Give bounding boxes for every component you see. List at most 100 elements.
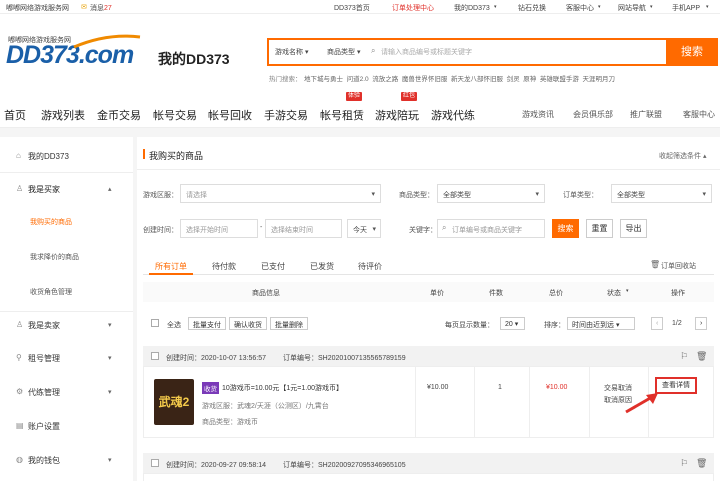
divider: [0, 311, 133, 312]
days-select[interactable]: 今天 ▾: [347, 219, 381, 238]
hot-term[interactable]: 地下城与勇士: [304, 76, 343, 83]
hot-term[interactable]: 流放之路: [372, 76, 398, 83]
nav-news[interactable]: 游戏资讯: [522, 109, 554, 120]
search-bar: 游戏名称 ▾ 商品类型 ▾ ⌕ 请输入商品编号或标题关键字 搜索: [267, 38, 718, 66]
doc-icon: ▤: [16, 421, 24, 430]
play-badge: 红包: [401, 92, 418, 101]
sidebar-item-account[interactable]: 租号管理: [28, 353, 60, 364]
bookmark-icon[interactable]: ⚐: [680, 351, 688, 362]
nav-game-list[interactable]: 游戏列表: [41, 107, 85, 123]
type-select[interactable]: 商品类型 ▾: [327, 47, 360, 57]
sidebar-item-seller[interactable]: 我是卖家: [28, 320, 60, 331]
top-link-home[interactable]: DD373首页: [334, 3, 370, 13]
order-checkbox[interactable]: [151, 459, 159, 467]
nav-gold[interactable]: 金币交易: [97, 107, 141, 123]
top-link-diamond[interactable]: 钻石兑换: [518, 3, 546, 13]
nav-home[interactable]: 首页: [4, 107, 26, 123]
chevron-down-icon: ▾: [706, 4, 709, 10]
sidebar-item-wallet[interactable]: 我的钱包: [28, 455, 60, 466]
order-header: 创建时间：2020-09-27 09:58:14 订单编号：SH20200927…: [143, 453, 714, 473]
hot-term[interactable]: 新天龙八部怀旧服: [451, 76, 503, 83]
keyword-input[interactable]: ⌕ 订单编号或商品关键字: [437, 219, 545, 238]
search-input[interactable]: 请输入商品编号或标题关键字: [381, 47, 661, 57]
goods-title[interactable]: 10游戏币=10.00元【1元=1.00游戏币】: [222, 383, 343, 393]
chevron-down-icon[interactable]: ▾: [108, 321, 112, 329]
nav-rent[interactable]: 帐号租赁: [320, 107, 364, 123]
per-page-select[interactable]: 20 ▾: [500, 317, 525, 330]
sidebar-sub-price-cut[interactable]: 我求降价的商品: [30, 252, 79, 262]
start-time-input[interactable]: 选择开始时间: [180, 219, 258, 238]
sidebar-sub-bought[interactable]: 我购买的商品: [30, 217, 72, 227]
top-link-order-center[interactable]: 订单处理中心: [392, 3, 434, 13]
chevron-down-icon[interactable]: ▾: [108, 388, 112, 396]
reset-button[interactable]: 重置: [586, 219, 613, 238]
area-select[interactable]: 请选择 ▾: [180, 184, 381, 203]
hot-term[interactable]: 原神: [523, 76, 536, 83]
chevron-down-icon[interactable]: ▾: [108, 456, 112, 464]
nav-club[interactable]: 会员俱乐部: [573, 109, 613, 120]
otype-select[interactable]: 全部类型 ▾: [611, 184, 712, 203]
next-page-button[interactable]: ›: [695, 317, 707, 330]
trash-icon[interactable]: 🗑: [696, 351, 707, 362]
sidebar-item-buyer[interactable]: 我是买家: [28, 184, 60, 195]
top-link-sitemap[interactable]: 网站导航: [618, 3, 646, 13]
recycle-bin-link[interactable]: 订单回收站: [661, 261, 696, 271]
collapse-filters-link[interactable]: 收起筛选条件 ▴: [659, 151, 706, 161]
nav-play[interactable]: 游戏陪玩: [375, 107, 419, 123]
hot-term[interactable]: 问道2.0: [347, 76, 369, 83]
tabs-divider: [143, 274, 714, 275]
hot-term[interactable]: 天涯明月刀: [583, 76, 616, 83]
nav-service[interactable]: 客服中心: [683, 109, 715, 120]
nav-mobile[interactable]: 手游交易: [264, 107, 308, 123]
tab-review[interactable]: 待评价: [358, 261, 382, 272]
goods-server: 游戏区服：武魂2/天涯（公测区）/九霄台: [202, 403, 329, 410]
sidebar-item-settings[interactable]: 账户设置: [28, 421, 60, 432]
rent-badge: 体验: [346, 92, 363, 101]
hot-term[interactable]: 剑灵: [507, 76, 520, 83]
type-select[interactable]: 全部类型 ▾: [437, 184, 545, 203]
hot-term[interactable]: 魔兽世界怀旧服: [402, 76, 448, 83]
nav-account-recycle[interactable]: 帐号回收: [208, 107, 252, 123]
filter-search-button[interactable]: 搜索: [552, 219, 579, 238]
sidebar-sub-roles[interactable]: 收货角色管理: [30, 287, 72, 297]
sort-select[interactable]: 时间由近到远 ▾: [567, 317, 635, 330]
top-link-app[interactable]: 手机APP: [672, 3, 700, 13]
tab-unpaid[interactable]: 待付款: [212, 261, 236, 272]
sidebar-item-home[interactable]: 我的DD373: [28, 151, 69, 162]
chevron-up-icon[interactable]: ▴: [108, 185, 112, 193]
sidebar-item-proxy[interactable]: 代练管理: [28, 387, 60, 398]
nav-affiliate[interactable]: 推广联盟: [630, 109, 662, 120]
nav-boost[interactable]: 游戏代练: [431, 107, 475, 123]
game-select[interactable]: 游戏名称 ▾: [275, 47, 308, 57]
chevron-down-icon: ▾: [494, 4, 497, 10]
tab-shipped[interactable]: 已发货: [310, 261, 334, 272]
chevron-down-icon[interactable]: ▾: [626, 288, 629, 294]
end-time-input[interactable]: 选择结束时间: [265, 219, 342, 238]
divider: [589, 367, 590, 437]
nav-account-trade[interactable]: 帐号交易: [153, 107, 197, 123]
search-icon: ⌕: [442, 223, 447, 232]
title-accent: [143, 149, 145, 159]
top-link-my[interactable]: 我的DD373: [454, 3, 490, 13]
bulk-pay-button[interactable]: 批量支付: [188, 317, 226, 330]
sort-label: 排序：: [544, 322, 565, 329]
bookmark-icon[interactable]: ⚐: [680, 458, 688, 469]
message-link[interactable]: 消息27: [90, 3, 112, 13]
order-checkbox[interactable]: [151, 352, 159, 360]
select-all-checkbox[interactable]: [151, 319, 159, 327]
tab-all[interactable]: 所有订单: [155, 261, 187, 272]
bulk-delete-button[interactable]: 批量删除: [270, 317, 308, 330]
hot-term[interactable]: 英雄联盟手游: [540, 76, 579, 83]
keyword-label: 关键字：: [409, 227, 437, 234]
chevron-down-icon[interactable]: ▾: [108, 354, 112, 362]
trash-icon[interactable]: 🗑: [696, 458, 707, 469]
prev-page-button[interactable]: ‹: [651, 317, 663, 330]
order-header: 创建时间：2020-10-07 13:56:57 订单编号：SH20201007…: [143, 346, 714, 366]
top-link-service[interactable]: 客服中心: [566, 3, 594, 13]
confirm-receipt-button[interactable]: 确认收货: [229, 317, 267, 330]
export-button[interactable]: 导出: [620, 219, 647, 238]
search-button[interactable]: 搜索: [666, 38, 718, 66]
game-thumbnail[interactable]: 武魂2: [154, 379, 194, 425]
tab-paid[interactable]: 已支付: [261, 261, 285, 272]
site-name[interactable]: 嘟嘟网络游戏服务网: [6, 3, 69, 13]
